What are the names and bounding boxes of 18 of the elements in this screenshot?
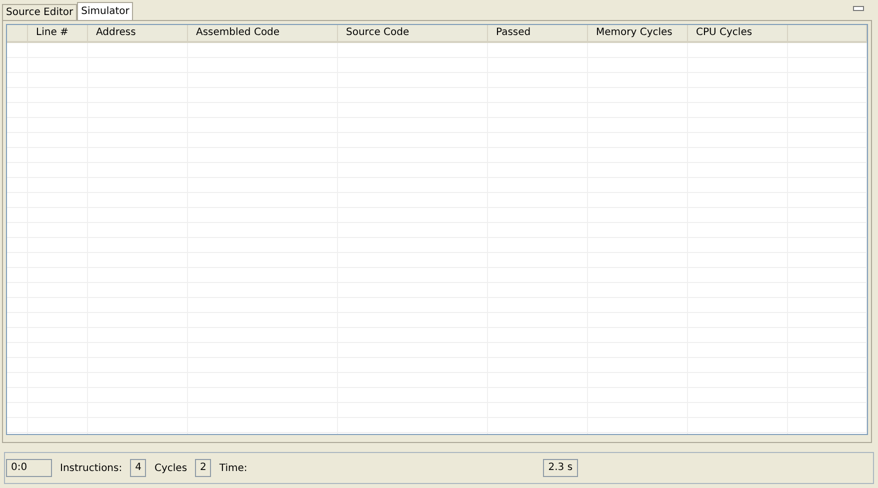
time-value: 2.3 s xyxy=(543,459,578,477)
column-header[interactable]: CPU Cycles xyxy=(688,25,788,43)
cycles-label: Cycles xyxy=(154,462,188,474)
minimize-icon[interactable] xyxy=(853,6,864,11)
header-cell xyxy=(7,25,28,43)
column-header[interactable]: Assembled Code xyxy=(188,25,338,43)
column-header[interactable]: Passed xyxy=(488,25,588,43)
tab[interactable]: Simulator xyxy=(77,2,134,20)
position-field: 0:0 xyxy=(6,459,52,477)
tab[interactable]: Source Editor xyxy=(2,4,78,20)
column-header[interactable]: Address xyxy=(88,25,188,43)
instructions-label: Instructions: xyxy=(60,462,122,474)
instructions-count: 4 xyxy=(130,459,146,477)
column-header[interactable]: Memory Cycles xyxy=(588,25,688,43)
time-label: Time: xyxy=(219,462,248,474)
cycles-count: 2 xyxy=(195,459,212,477)
column-header[interactable]: Source Code xyxy=(338,25,488,43)
column-header[interactable]: Line # xyxy=(28,25,88,43)
